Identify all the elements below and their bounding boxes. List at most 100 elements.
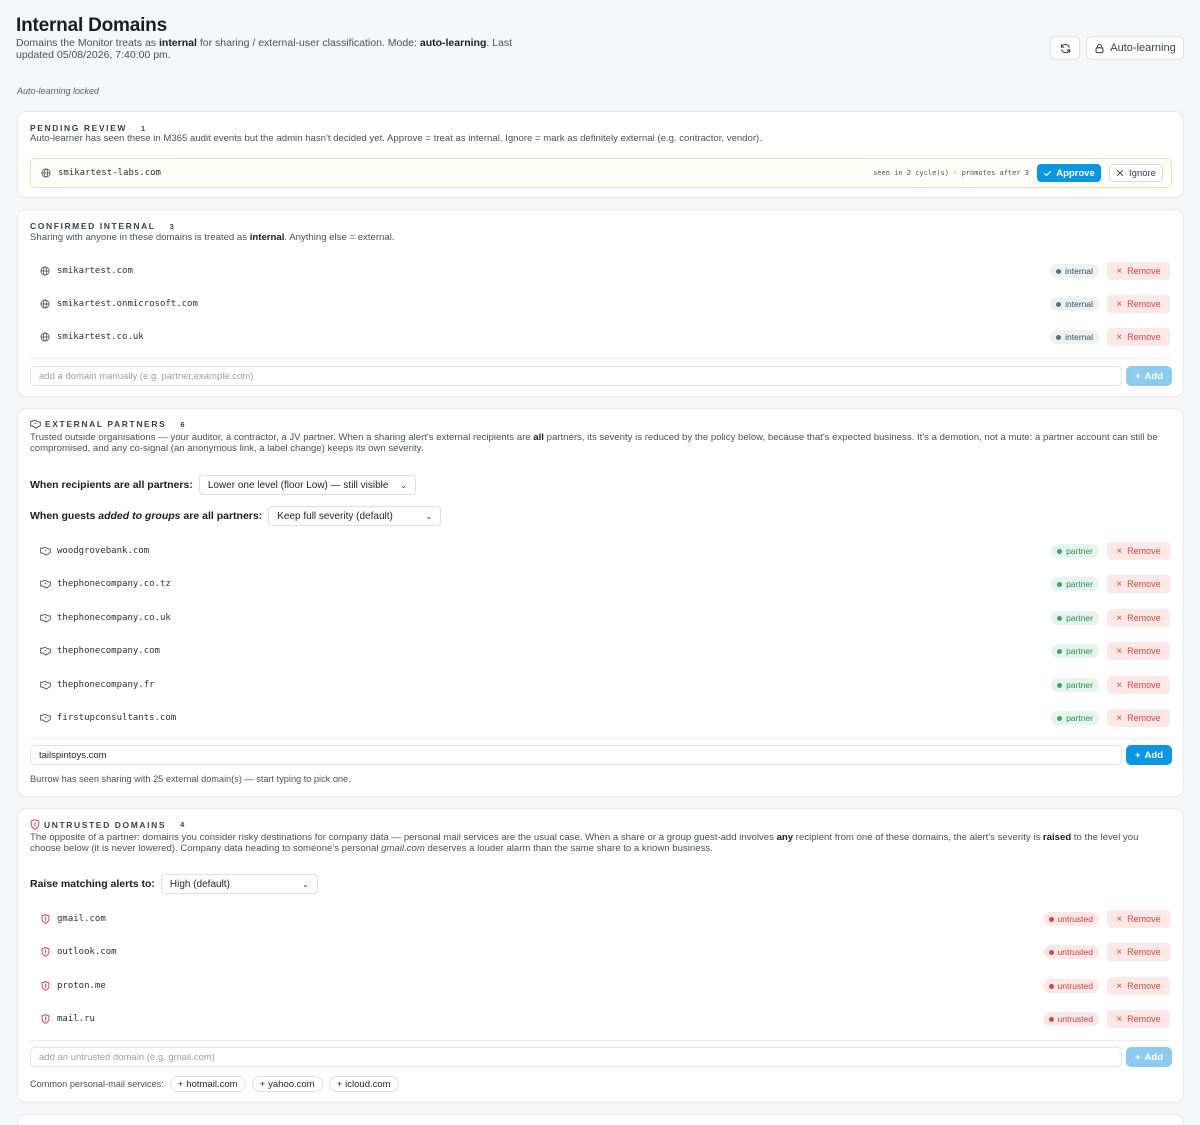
chevron-down-icon: ⌄: [425, 511, 433, 521]
close-icon: ×: [1116, 946, 1123, 958]
group-guest-severity-select[interactable]: Keep full severity (default) ⌄: [268, 506, 442, 526]
add-untrusted-button[interactable]: + Add: [1126, 1047, 1172, 1067]
plus-icon: +: [1134, 749, 1141, 761]
internal-domain-input[interactable]: [30, 366, 1122, 386]
partner-domain: firstupconsultants.com: [57, 713, 177, 723]
remove-button[interactable]: × Remove: [1107, 575, 1170, 593]
shield-alert-icon: [38, 945, 52, 959]
divider: [30, 358, 1170, 359]
close-icon: ×: [1116, 578, 1123, 590]
internal-badge: internal: [1050, 330, 1099, 344]
untrusted-badge: untrusted: [1042, 912, 1099, 926]
internal-domain-row: smikartest.co.uk internal × Remove: [30, 324, 1170, 350]
internal-domain-row: smikartest.com internal × Remove: [30, 258, 1170, 284]
add-partner-button[interactable]: + Add: [1126, 745, 1172, 765]
close-icon: ×: [1116, 980, 1123, 992]
untrusted-badge: untrusted: [1042, 945, 1099, 959]
pending-meta: seen in 2 cycle(s) · promotes after 3: [873, 169, 1029, 177]
chip-icloud[interactable]: + icloud.com: [328, 1076, 399, 1092]
handshake-icon: [38, 711, 52, 725]
external-partners-description: Trusted outside organisations — your aud…: [30, 432, 1158, 454]
internal-badge: internal: [1050, 297, 1099, 311]
shield-alert-icon: [30, 819, 40, 830]
partner-domain: thephonecompany.fr: [57, 680, 155, 690]
common-mail-services: Common personal-mail services: + hotmail.…: [30, 1076, 399, 1092]
handshake-icon: [38, 611, 52, 625]
auto-learning-label: Auto-learning: [1110, 42, 1176, 54]
close-icon: [1117, 170, 1123, 176]
untrusted-domains-heading: UNTRUSTED DOMAINS 4: [30, 819, 184, 830]
close-icon: ×: [1116, 265, 1123, 277]
untrusted-domain-input[interactable]: [30, 1047, 1122, 1067]
untrusted-badge: untrusted: [1042, 1012, 1099, 1026]
confirmed-count: 3: [169, 221, 174, 231]
plus-icon: +: [1134, 370, 1141, 382]
pending-review-card: PENDING REVIEW 1 Auto-learner has seen th…: [17, 111, 1184, 198]
close-icon: ×: [1116, 298, 1123, 310]
globe-icon: [39, 166, 53, 180]
handshake-icon: [38, 678, 52, 692]
chevron-down-icon: ⌄: [302, 879, 309, 889]
ignore-button[interactable]: Ignore: [1109, 164, 1163, 182]
confirmed-internal-card: CONFIRMED INTERNAL 3 Sharing with anyone …: [17, 209, 1184, 397]
partner-badge: partner: [1051, 711, 1099, 725]
partner-badge: partner: [1051, 644, 1099, 658]
divider: [30, 738, 1170, 739]
remove-button[interactable]: × Remove: [1107, 609, 1170, 627]
untrusted-domain-row: gmail.com untrusted × Remove: [30, 906, 1170, 932]
internal-badge: internal: [1050, 264, 1099, 278]
shield-alert-icon: [38, 979, 52, 993]
confirmed-internal-heading: CONFIRMED INTERNAL 3: [30, 221, 174, 231]
globe-icon: [38, 330, 52, 344]
approve-button[interactable]: Approve: [1037, 164, 1101, 182]
add-internal-button[interactable]: + Add: [1126, 366, 1172, 386]
partner-domain-row: firstupconsultants.com partner × Remove: [30, 705, 1170, 731]
auto-learning-locked-note: Auto-learning locked: [17, 86, 100, 96]
close-icon: ×: [1116, 679, 1123, 691]
chip-hotmail[interactable]: + hotmail.com: [169, 1076, 246, 1092]
external-partners-heading: EXTERNAL PARTNERS 6: [30, 419, 185, 429]
remove-button[interactable]: × Remove: [1107, 262, 1170, 280]
internal-domain: smikartest.com: [57, 266, 133, 276]
remove-button[interactable]: × Remove: [1107, 977, 1170, 995]
partner-badge: partner: [1051, 577, 1099, 591]
untrusted-policy-row: Raise matching alerts to: High (default)…: [30, 874, 318, 894]
remove-button[interactable]: × Remove: [1107, 328, 1170, 346]
untrusted-domain: outlook.com: [57, 947, 117, 957]
untrusted-count: 4: [180, 820, 185, 829]
external-partners-card: EXTERNAL PARTNERS 6 Trusted outside organ…: [17, 408, 1184, 797]
partner-domain-row: thephonecompany.co.uk partner × Remove: [30, 605, 1170, 631]
internal-domain: smikartest.co.uk: [57, 332, 144, 342]
shield-alert-icon: [38, 1012, 52, 1026]
remove-button[interactable]: × Remove: [1107, 709, 1170, 727]
remove-button[interactable]: × Remove: [1107, 943, 1170, 961]
refresh-button[interactable]: [1050, 36, 1080, 60]
auto-learning-button[interactable]: Auto-learning: [1086, 36, 1184, 60]
remove-button[interactable]: × Remove: [1107, 542, 1170, 560]
partner-badge: partner: [1051, 544, 1099, 558]
internal-domain: smikartest.onmicrosoft.com: [57, 299, 198, 309]
partner-domain-input[interactable]: [30, 745, 1122, 765]
chip-yahoo[interactable]: + yahoo.com: [251, 1076, 323, 1092]
partner-domain: thephonecompany.co.tz: [57, 579, 171, 589]
partner-domain: woodgrovebank.com: [57, 546, 150, 556]
untrusted-domain-row: proton.me untrusted × Remove: [30, 973, 1170, 999]
partner-policy-row: When recipients are all partners: Lower …: [30, 475, 416, 495]
partner-badge: partner: [1051, 611, 1099, 625]
remove-button[interactable]: × Remove: [1107, 642, 1170, 660]
partner-hint: Burrow has seen sharing with 25 external…: [30, 774, 351, 784]
pending-review-heading: PENDING REVIEW 1: [30, 123, 146, 133]
remove-button[interactable]: × Remove: [1107, 910, 1170, 928]
partner-domain-row: thephonecompany.co.tz partner × Remove: [30, 571, 1170, 597]
untrusted-severity-select[interactable]: High (default) ⌄: [160, 874, 318, 894]
remove-button[interactable]: × Remove: [1107, 676, 1170, 694]
close-icon: ×: [1116, 331, 1123, 343]
partner-domain: thephonecompany.co.uk: [57, 613, 171, 623]
partner-domain: thephonecompany.com: [57, 646, 160, 656]
untrusted-badge: untrusted: [1042, 979, 1099, 993]
partner-severity-select[interactable]: Lower one level (floor Low) — still visi…: [198, 475, 416, 495]
remove-button[interactable]: × Remove: [1107, 1010, 1170, 1028]
confirmed-internal-description: Sharing with anyone in these domains is …: [30, 232, 395, 243]
untrusted-domain: gmail.com: [57, 914, 106, 924]
remove-button[interactable]: × Remove: [1107, 295, 1170, 313]
